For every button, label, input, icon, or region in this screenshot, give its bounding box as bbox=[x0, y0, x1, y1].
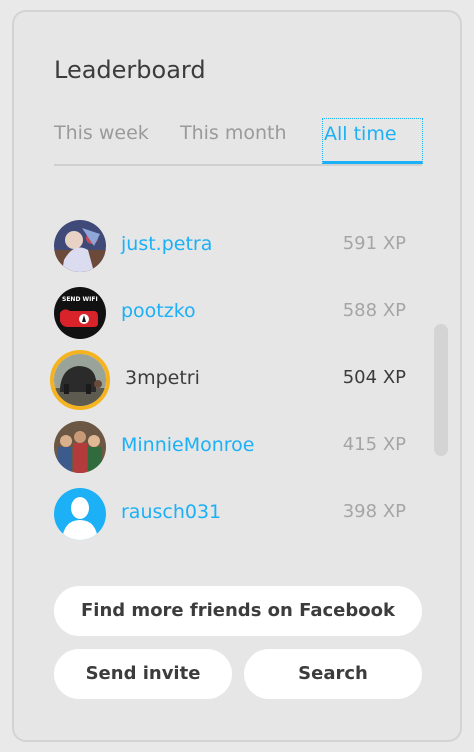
tab-this-week[interactable]: This week bbox=[54, 118, 149, 166]
leaderboard-row: rausch031 398 XP bbox=[50, 480, 420, 547]
photo-avatar-icon bbox=[54, 421, 106, 473]
user-xp: 588 XP bbox=[342, 300, 406, 321]
user-xp: 591 XP bbox=[342, 233, 406, 254]
photo-avatar-icon bbox=[54, 220, 106, 272]
default-user-icon bbox=[54, 488, 106, 540]
leaderboard-panel: Leaderboard This week This month All tim… bbox=[12, 10, 462, 742]
user-xp: 415 XP bbox=[342, 434, 406, 455]
avatar[interactable] bbox=[50, 350, 110, 410]
search-button[interactable]: Search bbox=[244, 649, 422, 699]
avatar[interactable]: SEND WIFI bbox=[54, 287, 106, 339]
avatar[interactable] bbox=[54, 488, 106, 540]
tab-this-month[interactable]: This month bbox=[180, 118, 287, 166]
tab-all-time[interactable]: All time bbox=[322, 118, 423, 164]
user-name-link[interactable]: MinnieMonroe bbox=[121, 434, 255, 456]
leaderboard-tabs: This week This month All time bbox=[54, 118, 423, 166]
user-xp: 398 XP bbox=[342, 501, 406, 522]
scrollbar[interactable] bbox=[434, 324, 448, 456]
photo-avatar-icon bbox=[54, 354, 106, 406]
leaderboard-row: SEND WIFI pootzko 588 XP bbox=[50, 279, 420, 346]
avatar-badge-text: SEND WIFI bbox=[62, 296, 98, 303]
leaderboard-list: just.petra 591 XP SEND WIFI pootzko 588 … bbox=[50, 212, 420, 547]
find-friends-facebook-button[interactable]: Find more friends on Facebook bbox=[54, 586, 422, 636]
send-invite-button[interactable]: Send invite bbox=[54, 649, 232, 699]
user-name[interactable]: 3mpetri bbox=[125, 367, 200, 389]
user-name-link[interactable]: rausch031 bbox=[121, 501, 221, 523]
avatar[interactable] bbox=[54, 421, 106, 473]
send-wifi-avatar-icon: SEND WIFI bbox=[54, 287, 106, 339]
leaderboard-row: MinnieMonroe 415 XP bbox=[50, 413, 420, 480]
leaderboard-row-self: 3mpetri 504 XP bbox=[50, 346, 420, 413]
avatar[interactable] bbox=[54, 220, 106, 272]
user-name-link[interactable]: just.petra bbox=[121, 233, 212, 255]
leaderboard-title: Leaderboard bbox=[54, 56, 206, 84]
user-xp: 504 XP bbox=[342, 367, 406, 388]
leaderboard-row: just.petra 591 XP bbox=[50, 212, 420, 279]
user-name-link[interactable]: pootzko bbox=[121, 300, 196, 322]
